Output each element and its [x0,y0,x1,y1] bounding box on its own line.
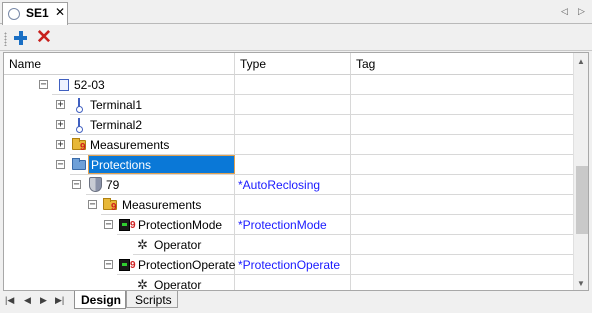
measurement-badge-icon: 9 [130,260,136,271]
tree-row[interactable]: + 9 Measurements [4,135,573,155]
tag-cell[interactable] [351,75,573,95]
measurement-badge-icon: 9 [130,220,136,231]
first-sheet-icon[interactable]: |◀ [5,295,14,306]
expand-toggle[interactable]: + [56,120,65,130]
last-sheet-icon[interactable]: ▶| [55,295,64,306]
tag-cell[interactable] [351,115,573,135]
collapse-toggle[interactable]: − [39,80,48,90]
scroll-down-icon[interactable]: ▼ [577,279,585,288]
tag-cell[interactable] [351,235,573,255]
protections-folder-icon [72,158,86,170]
tree-row[interactable]: + Terminal1 [4,95,573,115]
expand-toggle[interactable]: + [56,140,65,150]
row-label: Measurements [90,138,170,152]
type-cell[interactable] [235,275,351,290]
toolbar: ✕ [0,25,592,51]
tree-row[interactable]: − 79 *AutoReclosing [4,175,573,195]
tag-cell[interactable] [351,155,573,175]
next-sheet-icon[interactable]: ▶ [40,295,47,306]
gear-icon: ✲ [137,277,148,291]
type-cell[interactable]: *AutoReclosing [235,175,351,195]
document-circle-icon [8,8,20,20]
collapse-toggle[interactable]: − [72,180,81,190]
tag-cell[interactable] [351,255,573,275]
type-cell[interactable] [235,115,351,135]
monitor-icon [119,219,130,231]
collapse-toggle[interactable]: − [104,260,113,270]
tab-scroll-right-icon[interactable]: ▷ [578,6,585,17]
gear-icon: ✲ [137,237,148,252]
tab-scripts[interactable]: Scripts [126,291,178,308]
monitor-icon [119,259,130,271]
row-label: Terminal2 [90,118,143,132]
bay-icon [59,79,69,91]
document-tab-label: SE1 [26,6,49,20]
tree-row[interactable]: − 9 Measurements [4,195,573,215]
measurement-badge-icon: 9 [80,142,86,153]
tag-cell[interactable] [351,215,573,235]
row-label: ProtectionMode [138,218,223,232]
tree-row[interactable]: − 52-03 [4,75,573,95]
collapse-toggle[interactable]: − [88,200,97,210]
tag-cell[interactable] [351,195,573,215]
scrollbar-thumb[interactable] [576,166,588,234]
row-label: 52-03 [74,78,105,92]
column-header-tag[interactable]: Tag [351,53,573,75]
tab-design[interactable]: Design [74,291,126,309]
terminal-icon [76,98,84,113]
type-cell[interactable] [235,95,351,115]
toolbar-grip[interactable] [4,32,7,46]
delete-button[interactable]: ✕ [35,28,53,48]
collapse-toggle[interactable]: − [104,220,113,230]
expand-toggle[interactable]: + [56,100,65,110]
row-label: Operator [154,278,202,291]
type-cell[interactable] [235,135,351,155]
type-cell[interactable] [235,75,351,95]
type-cell[interactable] [235,155,351,175]
tag-cell[interactable] [351,95,573,115]
terminal-icon [76,118,84,133]
measurement-badge-icon: 9 [111,202,117,213]
tree-grid: Name Type Tag − 52-03 + Terminal1 + Term… [3,52,589,291]
tab-scroll-left-icon[interactable]: ◁ [561,6,568,17]
tree-row[interactable]: − 9 ProtectionOperate *ProtectionOperate [4,255,573,275]
row-label: ProtectionOperate [138,258,236,272]
add-button[interactable] [12,29,30,47]
type-cell[interactable]: *ProtectionMode [235,215,351,235]
row-label: 79 [106,178,120,192]
bottom-tab-bar: |◀ ◀ ▶ ▶| Design Scripts [0,291,592,313]
tree-row[interactable]: ✲ Operator [4,275,573,291]
type-cell[interactable] [235,195,351,215]
red-x-icon: ✕ [36,27,52,48]
vertical-scrollbar[interactable]: ▲ ▼ [573,53,588,290]
column-header-name[interactable]: Name [4,53,235,75]
tag-cell[interactable] [351,135,573,155]
shield-icon [89,177,102,192]
tree-row[interactable]: ✲ Operator [4,235,573,255]
document-tab-se1[interactable]: SE1 ✕ [2,2,68,25]
type-cell[interactable]: *ProtectionOperate [235,255,351,275]
scroll-up-icon[interactable]: ▲ [577,57,585,66]
tag-cell[interactable] [351,175,573,195]
tag-cell[interactable] [351,275,573,290]
row-label: Measurements [122,198,202,212]
row-label: Operator [154,238,202,252]
document-tab-strip: SE1 ✕ ◁ ▷ [0,0,592,25]
column-header-type[interactable]: Type [235,53,351,75]
close-tab-icon[interactable]: ✕ [55,5,65,19]
collapse-toggle[interactable]: − [56,160,65,170]
type-cell[interactable] [235,235,351,255]
tree-row[interactable]: + Terminal2 [4,115,573,135]
row-label-selected[interactable]: Protections [88,155,235,174]
previous-sheet-icon[interactable]: ◀ [24,295,31,306]
row-label: Terminal1 [90,98,143,112]
tree-row[interactable]: − 9 ProtectionMode *ProtectionMode [4,215,573,235]
tree-row-selected[interactable]: − Protections [4,155,573,175]
